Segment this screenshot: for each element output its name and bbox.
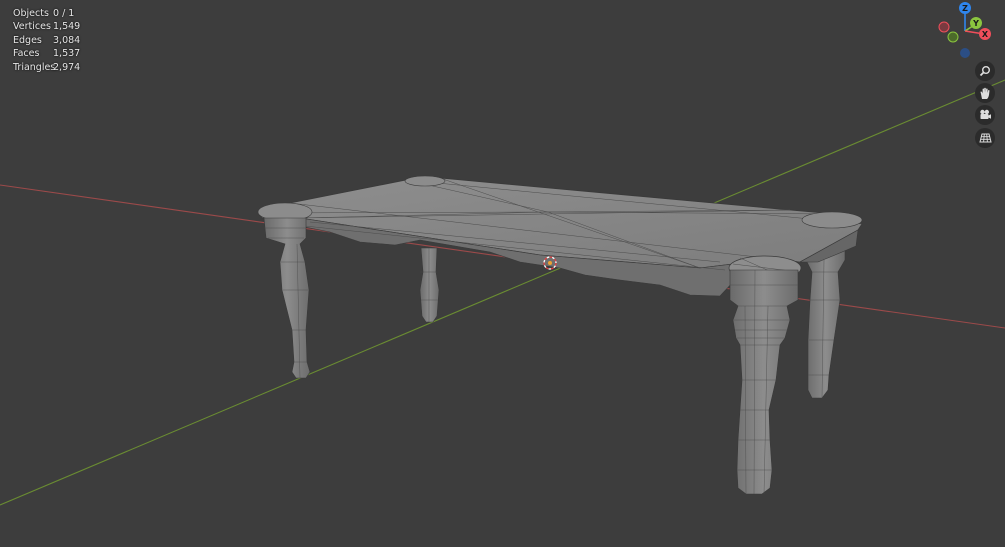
hand-pan-icon [980, 87, 990, 99]
stat-triangles: Triangles 2,974 [13, 61, 80, 74]
grid-perspective-icon [978, 133, 992, 143]
gizmo-neg-z-icon[interactable] [960, 48, 970, 58]
table-leg-back-right [805, 249, 846, 399]
camera-view-button[interactable] [975, 105, 995, 125]
table-leg-front-left [263, 217, 311, 379]
gizmo-x-icon[interactable]: X [979, 28, 991, 40]
table-leg-front-right [729, 269, 799, 495]
stat-label: Edges [13, 34, 42, 46]
stat-value: 2,974 [53, 61, 81, 73]
gizmo-neg-y-icon[interactable] [947, 31, 959, 43]
scene-canvas [0, 79, 1005, 506]
stat-label: Objects [13, 8, 49, 19]
pan-button[interactable] [975, 83, 995, 103]
gizmo-y-icon[interactable]: Y [970, 17, 982, 29]
gizmo-neg-x-icon[interactable] [938, 21, 950, 33]
stat-faces: Faces 1,537 [13, 47, 80, 60]
3d-viewport[interactable]: Objects 0 / 1 Vertices 1,549 Edges 3,084… [0, 0, 1005, 547]
stat-label: Triangles [13, 61, 56, 73]
stat-value: 0 / 1 [53, 8, 75, 19]
scene-statistics: Objects 0 / 1 Vertices 1,549 Edges 3,084… [13, 7, 80, 74]
zoom-button[interactable] [975, 61, 995, 81]
camera-icon [979, 109, 991, 119]
navigation-gizmo[interactable]: Z Y X [934, 0, 996, 62]
stat-vertices: Vertices 1,549 [13, 20, 80, 33]
stat-objects: Objects 0 / 1 [13, 7, 80, 20]
stat-edges: Edges 3,084 [13, 34, 80, 47]
table-leg-back-left [419, 247, 440, 323]
svg-text:Y: Y [972, 19, 979, 28]
toggle-perspective-button[interactable] [975, 128, 995, 148]
y-axis-line [0, 79, 1005, 506]
stat-value: 1,549 [53, 21, 81, 33]
stat-label: Vertices [13, 21, 51, 33]
stat-value: 3,084 [53, 34, 81, 46]
svg-text:Z: Z [962, 4, 968, 13]
svg-text:X: X [982, 30, 989, 39]
gizmo-z-icon[interactable]: Z [959, 2, 971, 14]
stat-label: Faces [13, 48, 40, 60]
stat-value: 1,537 [53, 48, 81, 60]
zoom-icon [979, 66, 990, 77]
